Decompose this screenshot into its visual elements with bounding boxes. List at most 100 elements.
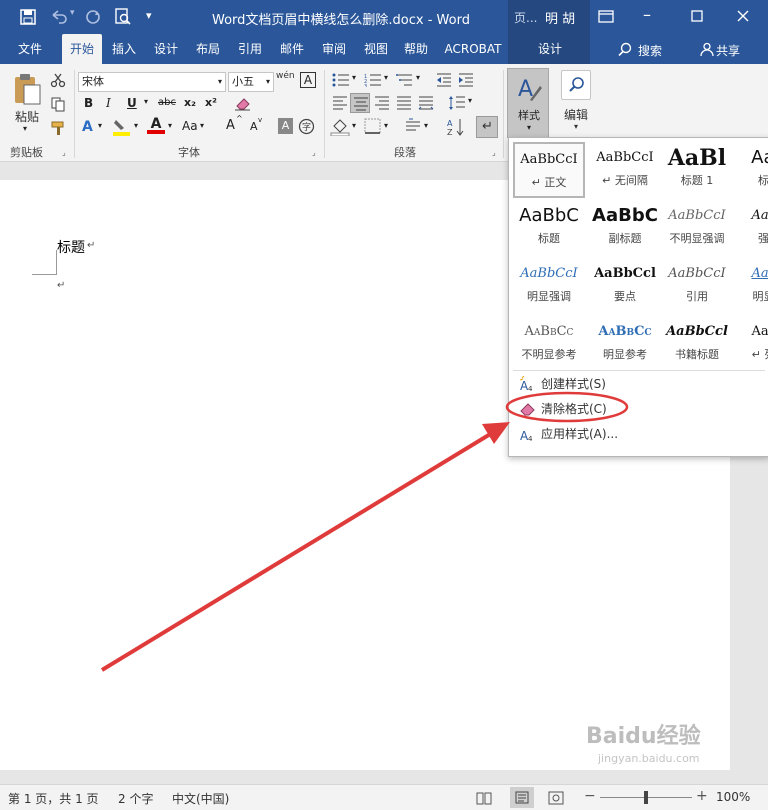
tab-design[interactable]: 设计 xyxy=(148,34,184,64)
share-icon[interactable] xyxy=(700,42,714,56)
shrink-font-button[interactable]: A xyxy=(250,120,258,133)
style-intense-quote[interactable]: AaBb 明显引 xyxy=(733,258,768,314)
customize-qat-icon[interactable]: ▾ xyxy=(146,9,152,22)
ribbon-display-options-icon[interactable] xyxy=(598,9,614,25)
distributed-icon[interactable] xyxy=(418,96,434,110)
chinese-layout-dropdown-icon[interactable]: ▾ xyxy=(424,121,428,130)
redo-icon[interactable] xyxy=(84,9,102,25)
page-count[interactable]: 第 1 页，共 1 页 xyxy=(8,790,99,807)
grow-font-button[interactable]: A xyxy=(226,118,235,133)
superscript-button[interactable]: x² xyxy=(205,96,217,109)
edit-label[interactable]: 编辑 xyxy=(558,106,594,123)
tab-file[interactable]: 文件 xyxy=(8,34,52,64)
multilevel-dropdown-icon[interactable]: ▾ xyxy=(416,73,420,82)
print-preview-icon[interactable] xyxy=(114,8,132,26)
tab-header-design[interactable]: 设计 xyxy=(528,34,572,64)
save-icon[interactable] xyxy=(20,9,36,25)
paste-icon[interactable] xyxy=(12,72,42,106)
numbering-dropdown-icon[interactable]: ▾ xyxy=(384,73,388,82)
strikethrough-button[interactable]: abc xyxy=(158,97,176,108)
paragraph-launcher-icon[interactable]: ⌟ xyxy=(492,148,496,157)
paste-dropdown-icon[interactable]: ▾ xyxy=(23,124,27,133)
tab-acrobat[interactable]: ACROBAT xyxy=(438,34,508,64)
sort-icon[interactable]: AZ xyxy=(446,117,466,137)
user-name[interactable]: 明 胡 xyxy=(545,8,575,27)
chinese-layout-icon[interactable] xyxy=(404,118,422,134)
align-right-icon[interactable] xyxy=(374,96,390,110)
line-spacing-dropdown-icon[interactable]: ▾ xyxy=(468,96,472,105)
align-left-icon[interactable] xyxy=(332,96,348,110)
style-subtitle[interactable]: AaBbC 副标题 xyxy=(589,200,661,256)
font-color-dropdown-icon[interactable]: ▾ xyxy=(168,121,172,130)
format-painter-icon[interactable] xyxy=(50,120,66,136)
style-intense-reference[interactable]: AaBbCc 明显参考 xyxy=(589,316,661,372)
cut-icon[interactable] xyxy=(50,72,66,88)
zoom-level[interactable]: 100% xyxy=(716,790,750,804)
search-icon[interactable] xyxy=(618,42,632,56)
text-effects-icon[interactable]: A xyxy=(82,119,93,135)
style-no-spacing[interactable]: AaBbCcI ↵ 无间隔 xyxy=(589,142,661,198)
align-center-button[interactable] xyxy=(350,93,370,113)
font-name-box[interactable]: 宋体 ▾ xyxy=(78,72,226,92)
increase-indent-icon[interactable] xyxy=(458,73,474,87)
style-quote[interactable]: AaBbCcI 引用 xyxy=(661,258,733,314)
language-indicator[interactable]: 中文(中国) xyxy=(172,790,229,807)
maximize-icon[interactable] xyxy=(691,10,703,22)
underline-dropdown-icon[interactable]: ▾ xyxy=(144,97,148,106)
heading-text[interactable]: 标题 xyxy=(57,237,85,257)
bullets-icon[interactable] xyxy=(332,73,350,87)
borders-icon[interactable] xyxy=(364,118,382,134)
font-size-box[interactable]: 小五 ▾ xyxy=(228,72,274,92)
paste-button[interactable]: 粘贴 xyxy=(10,108,44,125)
share-label[interactable]: 共享 xyxy=(716,42,740,59)
copy-icon[interactable] xyxy=(50,96,66,112)
style-intense-emphasis[interactable]: AaBbCcI 明显强调 xyxy=(513,258,585,314)
tab-review[interactable]: 审阅 xyxy=(316,34,352,64)
print-layout-button[interactable] xyxy=(510,787,534,808)
tab-references[interactable]: 引用 xyxy=(232,34,268,64)
tab-layout[interactable]: 布局 xyxy=(190,34,226,64)
highlight-color-icon[interactable] xyxy=(112,118,132,136)
change-case-dropdown-icon[interactable]: ▾ xyxy=(200,121,204,130)
tab-help[interactable]: 帮助 xyxy=(398,34,434,64)
font-launcher-icon[interactable]: ⌟ xyxy=(312,148,316,157)
subscript-button[interactable]: x₂ xyxy=(184,96,196,109)
style-strong[interactable]: AaBbCcl 要点 xyxy=(589,258,661,314)
zoom-in-icon[interactable]: + xyxy=(696,788,708,804)
styles-button[interactable]: A 样式 ▾ xyxy=(507,68,549,138)
change-case-button[interactable]: Aa xyxy=(182,119,198,133)
bullets-dropdown-icon[interactable]: ▾ xyxy=(352,73,356,82)
multilevel-list-icon[interactable] xyxy=(396,73,414,87)
text-effects-dropdown-icon[interactable]: ▾ xyxy=(98,121,102,130)
tab-mailings[interactable]: 邮件 xyxy=(274,34,310,64)
style-subtle-emphasis[interactable]: AaBbCcI 不明显强调 xyxy=(661,200,733,256)
clipboard-launcher-icon[interactable]: ⌟ xyxy=(62,148,66,157)
shading-dropdown-icon[interactable]: ▾ xyxy=(352,121,356,130)
style-subtle-reference[interactable]: AaBbCc 不明显参考 xyxy=(513,316,585,372)
highlight-dropdown-icon[interactable]: ▾ xyxy=(134,121,138,130)
undo-dropdown-icon[interactable]: ▾ xyxy=(70,8,75,18)
word-count[interactable]: 2 个字 xyxy=(118,790,153,807)
character-border-button[interactable]: A xyxy=(300,72,316,88)
style-list-paragraph[interactable]: AaBb ↵ 列表 xyxy=(733,316,768,372)
style-emphasis[interactable]: AaBb 强调 xyxy=(733,200,768,256)
decrease-indent-icon[interactable] xyxy=(436,73,452,87)
style-normal[interactable]: AaBbCcI ↵ 正文 xyxy=(513,142,585,198)
tab-view[interactable]: 视图 xyxy=(358,34,394,64)
shading-icon[interactable] xyxy=(330,118,350,136)
edit-button[interactable] xyxy=(561,70,591,100)
close-icon[interactable] xyxy=(737,10,749,22)
justify-icon[interactable] xyxy=(396,96,412,110)
style-heading-2[interactable]: AaB 标题 xyxy=(733,142,768,198)
phonetic-guide-button[interactable]: wén xyxy=(276,71,295,81)
underline-button[interactable]: U xyxy=(127,96,137,110)
line-spacing-icon[interactable] xyxy=(448,95,466,111)
font-size-dropdown-icon[interactable]: ▾ xyxy=(266,73,270,91)
zoom-slider-thumb[interactable] xyxy=(644,791,648,804)
style-title[interactable]: AaBbC 标题 xyxy=(513,200,585,256)
clear-formatting-menu-item[interactable]: 清除格式(C) xyxy=(515,397,765,421)
web-layout-icon[interactable] xyxy=(548,791,564,805)
show-marks-button[interactable]: ↵ xyxy=(476,116,498,138)
character-shading-button[interactable]: A xyxy=(278,118,293,134)
search-label[interactable]: 搜索 xyxy=(638,42,662,59)
